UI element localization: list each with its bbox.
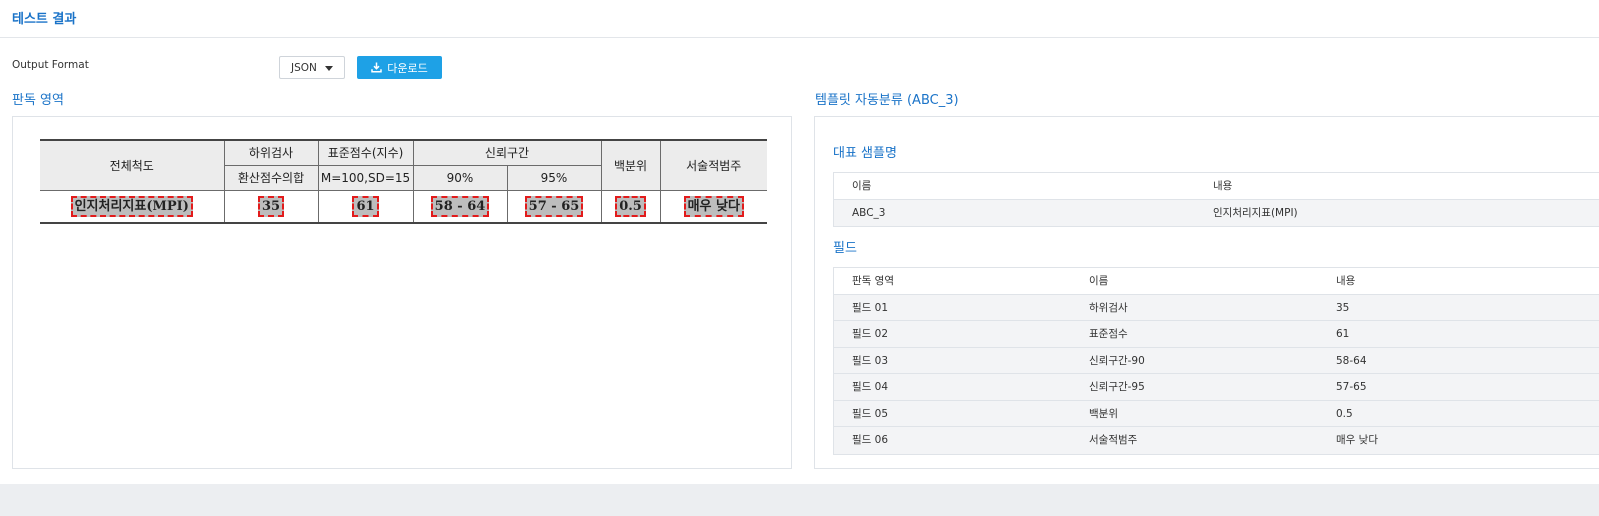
output-format-value: JSON: [291, 61, 317, 74]
field-name: 신뢰구간-95: [1089, 381, 1145, 393]
field-name: 하위검사: [1089, 301, 1128, 314]
template-classification-title: 템플릿 자동분류 (ABC_3): [815, 93, 959, 108]
doc-value-descriptive[interactable]: 매우 낮다: [683, 195, 744, 217]
download-icon: [371, 62, 382, 73]
doc-header-ci: 신뢰구간: [412, 139, 602, 166]
field-name: 서술적범주: [1089, 434, 1138, 446]
caret-down-icon: [325, 66, 333, 71]
sample-col-content: 내용: [1213, 180, 1233, 192]
doc-value-standard[interactable]: 61: [352, 195, 379, 217]
doc-header-standard-params: M=100,SD=15: [317, 164, 414, 191]
template-panel: 대표 샘플명 이름 내용 ABC_3 인지처리지표(MPI) 필드 판독 영역 …: [814, 116, 1599, 469]
doc-header-standard: 표준점수(지수): [317, 139, 414, 166]
field-content: 61: [1336, 328, 1350, 340]
fields-title: 필드: [833, 241, 857, 256]
doc-value-total[interactable]: 인지처리지표(MPI): [70, 195, 193, 217]
sample-table-header: 이름 내용: [834, 173, 1599, 200]
doc-value-ci95[interactable]: 57 - 65: [524, 195, 584, 217]
output-format-select[interactable]: JSON: [279, 56, 345, 79]
page-title: 테스트 결과: [12, 12, 77, 27]
field-name: 표준점수: [1089, 328, 1128, 340]
output-format-label: Output Format: [12, 59, 89, 71]
field-content: 매우 낮다: [1336, 434, 1378, 446]
fields-table: 판독 영역 이름 내용 필드 01 하위검사 35 필드 02 표준점수 61 …: [833, 267, 1599, 455]
sample-table: 이름 내용 ABC_3 인지처리지표(MPI): [833, 172, 1599, 227]
doc-value-ci90[interactable]: 58 - 64: [430, 195, 490, 217]
field-name: 백분위: [1089, 407, 1118, 420]
field-content: 58-64: [1336, 354, 1367, 367]
doc-header-ci95: 95%: [506, 164, 601, 191]
document-table: 전체척도 하위검사 표준점수(지수) 신뢰구간 백분위 서술적범주 환산점수의합…: [40, 139, 767, 224]
field-area: 필드 02: [852, 328, 889, 340]
table-row[interactable]: 필드 03 신뢰구간-90 58-64: [834, 347, 1599, 374]
sample-name-title: 대표 샘플명: [833, 146, 897, 161]
field-content: 35: [1336, 301, 1350, 314]
table-row[interactable]: 필드 04 신뢰구간-95 57-65: [834, 374, 1599, 401]
doc-header-subtest: 하위검사: [223, 139, 319, 166]
reading-area-panel: 전체척도 하위검사 표준점수(지수) 신뢰구간 백분위 서술적범주 환산점수의합…: [12, 116, 792, 469]
fields-col-content: 내용: [1336, 275, 1356, 287]
doc-value-percentile[interactable]: 0.5: [615, 195, 646, 217]
field-area: 필드 01: [852, 301, 889, 314]
doc-header-subtest-sum: 환산점수의합: [224, 164, 319, 191]
doc-header-ci90: 90%: [412, 164, 508, 191]
field-area: 필드 03: [852, 354, 889, 367]
table-row[interactable]: 필드 06 서술적범주 매우 낮다: [834, 427, 1599, 454]
doc-value-subtest[interactable]: 35: [257, 195, 285, 217]
fields-col-name: 이름: [1089, 275, 1109, 287]
footer-band: [0, 484, 1599, 516]
table-row[interactable]: 필드 05 백분위 0.5: [834, 400, 1599, 427]
table-row[interactable]: 필드 01 하위검사 35: [834, 294, 1599, 321]
field-area: 필드 06: [852, 434, 889, 446]
doc-header-percentile: 백분위: [600, 139, 661, 191]
download-button[interactable]: 다운로드: [357, 56, 442, 79]
field-area: 필드 04: [852, 381, 889, 393]
field-content: 57-65: [1336, 381, 1367, 393]
sample-col-name: 이름: [852, 180, 872, 192]
field-content: 0.5: [1336, 407, 1353, 420]
fields-col-area: 판독 영역: [852, 275, 894, 287]
download-label: 다운로드: [387, 61, 428, 75]
doc-header-descriptive: 서술적범주: [659, 139, 767, 191]
reading-area-title: 판독 영역: [12, 93, 64, 108]
sample-name: ABC_3: [852, 206, 886, 219]
field-area: 필드 05: [852, 407, 889, 420]
title-divider: [0, 37, 1599, 38]
table-row[interactable]: 필드 02 표준점수 61: [834, 321, 1599, 348]
fields-table-header: 판독 영역 이름 내용: [834, 268, 1599, 295]
field-name: 신뢰구간-90: [1089, 354, 1145, 367]
sample-content: 인지처리지표(MPI): [1213, 206, 1298, 219]
table-row[interactable]: ABC_3 인지처리지표(MPI): [834, 199, 1599, 226]
doc-header-total: 전체척도: [40, 139, 225, 191]
